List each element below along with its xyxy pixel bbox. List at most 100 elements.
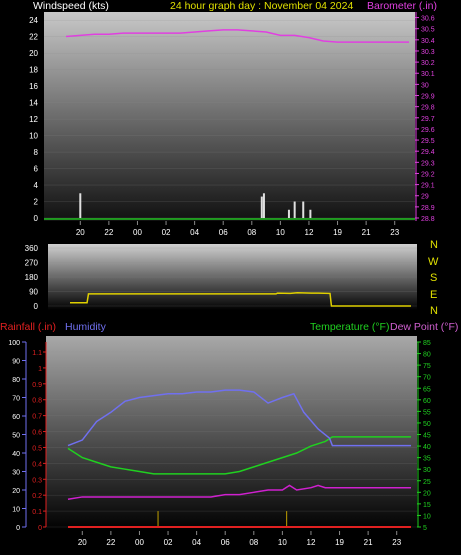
humidity-tick-label: 10 xyxy=(12,507,20,514)
baro-tick-label: 28.8 xyxy=(421,216,435,223)
humidity-label: Humidity xyxy=(65,321,107,333)
panel-wind-baro xyxy=(44,12,415,221)
baro-tick-label: 30.6 xyxy=(421,16,435,23)
x-tick-label: 06 xyxy=(219,228,228,237)
baro-tick-label: 30.3 xyxy=(421,49,435,56)
rain-tick-label: 0.8 xyxy=(32,398,42,405)
temp-tick-label: 5 xyxy=(423,525,427,532)
baro-tick-label: 29.7 xyxy=(421,116,435,123)
wind-bar xyxy=(262,193,265,218)
wind-tick-label: 16 xyxy=(29,82,38,91)
x-tick-label: 19 xyxy=(335,538,344,547)
x-tick-label: 20 xyxy=(78,538,87,547)
wind-bar xyxy=(260,196,263,218)
x-tick-label: 00 xyxy=(133,228,142,237)
temp-tick-label: 30 xyxy=(423,467,431,474)
dir-tick-label: 180 xyxy=(25,273,39,282)
rain-tick-label: 0.5 xyxy=(32,445,42,452)
wind-tick-label: 18 xyxy=(29,66,38,75)
baro-tick-label: 28.9 xyxy=(421,205,435,212)
x-tick-label: 22 xyxy=(106,538,115,547)
dir-tick-label: 360 xyxy=(25,244,39,253)
panel-humidity-temp xyxy=(46,336,417,531)
barometer-label: Barometer (.in) xyxy=(367,0,437,12)
rain-tick-label: 1.1 xyxy=(32,350,42,357)
x-tick-label: 00 xyxy=(135,538,144,547)
rain-tick-label: 0.7 xyxy=(32,414,42,421)
humidity-tick-label: 100 xyxy=(8,340,20,347)
humidity-tick-label: 20 xyxy=(12,488,20,495)
x-tick-label: 21 xyxy=(364,538,373,547)
humidity-tick-label: 70 xyxy=(12,396,20,403)
baro-tick-label: 30.2 xyxy=(421,60,435,67)
dir-tick-label: 0 xyxy=(34,302,39,311)
x-tick-label: 12 xyxy=(307,538,316,547)
wind-bar xyxy=(302,201,305,218)
wind-tick-label: 2 xyxy=(34,198,39,207)
x-tick-label: 21 xyxy=(362,228,371,237)
x-tick-label: 08 xyxy=(247,228,256,237)
x-tick-label: 23 xyxy=(392,538,401,547)
wind-bar xyxy=(309,209,312,218)
rain-tick-label: 0.6 xyxy=(32,430,42,437)
humidity-tick-label: 30 xyxy=(12,470,20,477)
temp-tick-label: 20 xyxy=(423,490,431,497)
x-tick-label: 20 xyxy=(76,228,85,237)
baro-tick-label: 29.8 xyxy=(421,105,435,112)
x-tick-label: 10 xyxy=(278,538,287,547)
compass-n-top: N xyxy=(430,239,438,251)
temp-tick-label: 35 xyxy=(423,456,431,463)
baro-tick-label: 29.6 xyxy=(421,127,435,134)
dir-tick-label: 270 xyxy=(25,259,39,268)
humidity-tick-label: 80 xyxy=(12,377,20,384)
baro-tick-label: 29.1 xyxy=(421,183,435,190)
temp-tick-label: 85 xyxy=(423,340,431,347)
wind-tick-label: 12 xyxy=(29,115,38,124)
dir-tick-label: 90 xyxy=(29,288,38,297)
wind-tick-label: 22 xyxy=(29,33,38,42)
x-tick-label: 23 xyxy=(390,228,399,237)
humidity-tick-label: 60 xyxy=(12,414,20,421)
rain-tick-label: 0.4 xyxy=(32,461,42,468)
baro-tick-label: 30 xyxy=(421,82,429,89)
temp-tick-label: 70 xyxy=(423,375,431,382)
temp-tick-label: 80 xyxy=(423,352,431,359)
wind-bar xyxy=(287,209,290,218)
temp-tick-label: 25 xyxy=(423,479,431,486)
wind-tick-label: 10 xyxy=(29,132,38,141)
temperature-label: Temperature (°F) xyxy=(310,321,389,333)
x-tick-label: 12 xyxy=(305,228,314,237)
x-tick-label: 02 xyxy=(164,538,173,547)
compass-w: W xyxy=(428,256,439,268)
baro-tick-label: 29.2 xyxy=(421,171,435,178)
x-tick-label: 22 xyxy=(104,228,113,237)
humidity-tick-label: 90 xyxy=(12,359,20,366)
rain-tick-label: 0.2 xyxy=(32,493,42,500)
baro-tick-label: 30.5 xyxy=(421,27,435,34)
x-tick-label: 04 xyxy=(190,228,199,237)
x-tick-label: 19 xyxy=(333,228,342,237)
rain-tick-label: 0 xyxy=(38,525,42,532)
wind-tick-label: 6 xyxy=(34,165,39,174)
windspeed-label: Windspeed (kts) xyxy=(33,0,109,12)
baro-tick-label: 30.1 xyxy=(421,71,435,78)
wind-tick-label: 8 xyxy=(34,148,39,157)
temp-tick-label: 50 xyxy=(423,421,431,428)
wind-bar xyxy=(293,201,296,218)
rainfall-label: Rainfall (.in) xyxy=(0,321,56,333)
baro-tick-label: 29 xyxy=(421,194,429,201)
temp-tick-label: 65 xyxy=(423,386,431,393)
rain-tick-label: 0.3 xyxy=(32,477,42,484)
baro-tick-label: 29.9 xyxy=(421,94,435,101)
humidity-tick-label: 40 xyxy=(12,451,20,458)
temp-tick-label: 15 xyxy=(423,502,431,509)
compass-e: E xyxy=(430,289,437,301)
baro-tick-label: 29.4 xyxy=(421,149,435,156)
baro-tick-label: 29.3 xyxy=(421,160,435,167)
temp-tick-label: 75 xyxy=(423,363,431,370)
wind-tick-label: 0 xyxy=(34,214,39,223)
graph-title: 24 hour graph day : November 04 2024 xyxy=(170,0,353,12)
x-tick-label: 06 xyxy=(221,538,230,547)
wind-tick-label: 4 xyxy=(34,181,39,190)
dewpoint-label: Dew Point (°F) xyxy=(390,321,458,333)
